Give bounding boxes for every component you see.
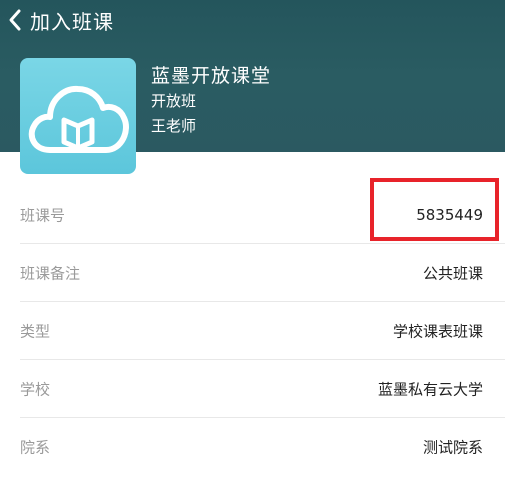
class-code-label: 班课号 (20, 206, 66, 224)
page-title: 加入班课 (30, 9, 114, 34)
chevron-left-icon[interactable] (8, 8, 22, 32)
type-label: 类型 (20, 322, 51, 340)
detail-row-remark: 班课备注 公共班课 (20, 244, 505, 302)
detail-row-type: 类型 学校课表班课 (20, 302, 505, 360)
teacher-name: 王老师 (151, 117, 197, 135)
class-details-list: 班课号 5835449 班课备注 公共班课 类型 学校课表班课 学校 蓝墨私有云… (0, 186, 505, 476)
class-type: 开放班 (151, 92, 197, 110)
detail-row-class-code: 班课号 5835449 (20, 186, 505, 244)
school-label: 学校 (20, 380, 51, 398)
class-code-value: 5835449 (416, 205, 483, 224)
back-button[interactable]: 加入班课 (8, 4, 114, 36)
detail-row-department: 院系 测试院系 (20, 418, 505, 476)
detail-row-school: 学校 蓝墨私有云大学 (20, 360, 505, 418)
remark-value: 公共班课 (422, 264, 483, 282)
remark-label: 班课备注 (20, 264, 81, 282)
course-cover (20, 58, 136, 174)
join-class-page: 加入班课 蓝墨开放课堂 开放班 王老师 班课号 5835449 班课备注 公共班… (0, 0, 505, 477)
course-name: 蓝墨开放课堂 (151, 65, 272, 87)
department-value: 测试院系 (422, 438, 483, 457)
type-value: 学校课表班课 (392, 322, 483, 340)
department-label: 院系 (20, 438, 51, 457)
school-value: 蓝墨私有云大学 (377, 380, 483, 398)
